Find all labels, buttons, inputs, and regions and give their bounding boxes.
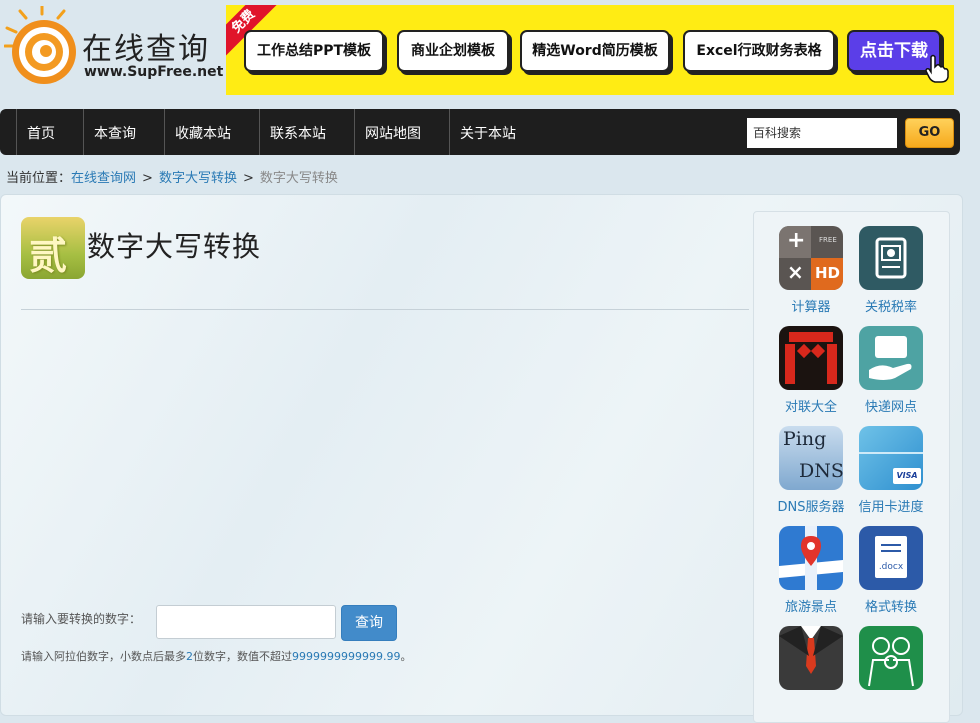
app-format-convert[interactable]: .docx 格式转换	[851, 526, 931, 615]
tool-icon-char: 贰	[29, 234, 68, 278]
app-express[interactable]: 快递网点	[851, 326, 931, 415]
dns-icon-dns-text: DNS	[799, 460, 843, 482]
app-label: 对联大全	[784, 400, 837, 415]
page-title: 数字大写转换	[87, 230, 262, 263]
couplet-icon	[779, 326, 843, 390]
tariff-icon	[859, 226, 923, 290]
breadcrumb-link-category[interactable]: 数字大写转换	[159, 171, 237, 186]
nav-item-about[interactable]: 关于本站	[449, 109, 526, 155]
banner-ppt-button[interactable]: 工作总结PPT模板	[244, 30, 384, 72]
app-label: 计算器	[791, 300, 831, 315]
nav-item-this-query[interactable]: 本查询	[83, 109, 146, 155]
credit-card-icon: VISA	[859, 426, 923, 490]
banner-excel-button[interactable]: Excel行政财务表格	[683, 30, 835, 72]
breadcrumb: 当前位置：在线查询网 > 数字大写转换 > 数字大写转换	[6, 167, 338, 186]
app-label: DNS服务器	[777, 500, 845, 515]
app-suit[interactable]	[771, 626, 851, 696]
search-go-button[interactable]: GO	[905, 118, 954, 148]
nav-item-contact[interactable]: 联系本站	[259, 109, 336, 155]
breadcrumb-separator: >	[142, 171, 153, 186]
nav-item-sitemap[interactable]: 网站地图	[354, 109, 431, 155]
site-title: 在线查询	[82, 32, 210, 67]
main-nav: 首页 本查询 收藏本站 联系本站 网站地图 关于本站 GO	[0, 109, 960, 155]
suit-icon	[779, 626, 843, 690]
express-icon	[859, 326, 923, 390]
app-couplets[interactable]: 对联大全	[771, 326, 851, 415]
dns-icon: Ping DNS	[779, 426, 843, 490]
hint-decimal-digits: 2	[186, 650, 193, 663]
breadcrumb-current: 数字大写转换	[259, 171, 338, 186]
app-family[interactable]	[851, 626, 931, 696]
spiral-logo-icon	[4, 6, 76, 84]
calculator-icon: + FREE × HD	[779, 226, 843, 290]
query-button[interactable]: 查询	[341, 605, 397, 641]
number-input-label: 请输入要转换的数字：	[21, 612, 142, 626]
banner-business-button[interactable]: 商业企划模板	[397, 30, 509, 72]
banner-resume-button[interactable]: 精选Word简历模板	[520, 30, 670, 72]
family-icon	[859, 626, 923, 690]
app-label: 旅游景点	[784, 600, 837, 615]
related-tools-sidebar: + FREE × HD 计算器 关税税率 对联大全 快递网点 Ping DNS …	[753, 211, 950, 723]
main-panel: 贰 数字大写转换 请输入要转换的数字： 查询 请输入阿拉伯数字，小数点后最多2位…	[0, 194, 963, 723]
site-logo[interactable]: 在线查询 www.SupFree.net	[4, 6, 224, 88]
app-tourist-spots[interactable]: 旅游景点	[771, 526, 851, 615]
app-label: 快递网点	[864, 400, 917, 415]
breadcrumb-link-home[interactable]: 在线查询网	[71, 171, 136, 186]
app-calculator[interactable]: + FREE × HD 计算器	[771, 226, 851, 315]
nav-item-home[interactable]: 首页	[16, 109, 65, 155]
map-pin-icon	[779, 526, 843, 590]
calculator-hd-text: HD	[815, 264, 841, 282]
app-label: 信用卡进度	[858, 500, 924, 515]
breadcrumb-prefix: 当前位置：	[6, 171, 72, 186]
title-divider	[21, 309, 749, 310]
dns-icon-ping-text: Ping	[783, 428, 827, 450]
hint-text: 。	[400, 650, 412, 663]
ad-banner[interactable]: 免费 工作总结PPT模板 商业企划模板 精选Word简历模板 Excel行政财务…	[226, 5, 954, 95]
encyclopedia-search-input[interactable]	[747, 118, 897, 148]
app-credit-card[interactable]: VISA 信用卡进度	[851, 426, 931, 515]
site-url: www.SupFree.net	[84, 64, 224, 80]
breadcrumb-separator: >	[242, 171, 254, 186]
app-label: 格式转换	[864, 600, 917, 615]
header: 在线查询 www.SupFree.net 免费 工作总结PPT模板 商业企划模板…	[0, 0, 980, 104]
number-uppercase-tool-icon: 贰	[21, 217, 85, 279]
nav-items: 首页 本查询 收藏本站 联系本站 网站地图 关于本站	[16, 109, 544, 155]
docx-icon-text: .docx	[878, 562, 904, 572]
hand-cursor-icon	[925, 54, 949, 83]
hint-text: 位数字，数值不超过	[193, 650, 292, 663]
app-tariff[interactable]: 关税税率	[851, 226, 931, 315]
input-hint: 请输入阿拉伯数字，小数点后最多2位数字，数值不超过9999999999999.9…	[21, 648, 411, 664]
hint-max-value: 9999999999999.99	[292, 650, 401, 663]
visa-card-text: VISA	[893, 468, 921, 484]
nav-item-bookmark[interactable]: 收藏本站	[164, 109, 241, 155]
calculator-free-text: FREE	[819, 236, 837, 244]
app-label: 关税税率	[864, 300, 917, 315]
hint-text: 请输入阿拉伯数字，小数点后最多	[21, 650, 186, 663]
docx-icon: .docx	[859, 526, 923, 590]
number-input[interactable]	[156, 605, 336, 639]
app-dns[interactable]: Ping DNS DNS服务器	[771, 426, 851, 515]
